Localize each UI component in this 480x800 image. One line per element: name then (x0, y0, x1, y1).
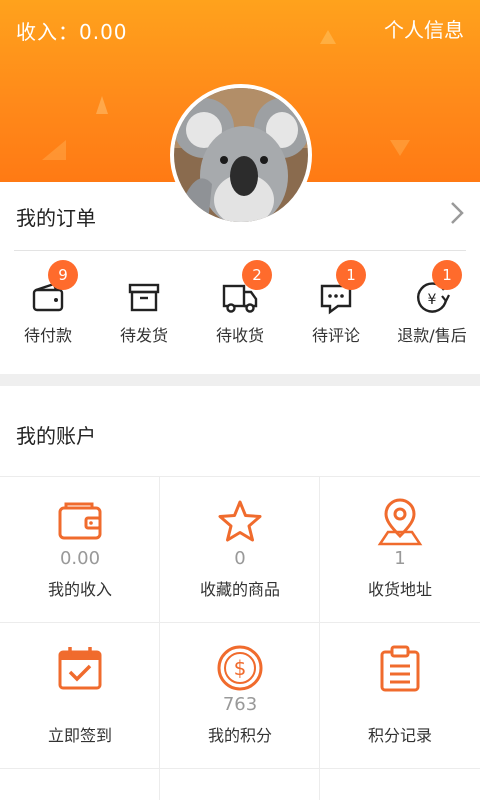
cell-label: 我的积分 (207, 726, 272, 745)
decor-triangle (320, 30, 336, 44)
check-in-cell[interactable]: 立即签到 (0, 622, 160, 768)
svg-text:$: $ (234, 656, 247, 680)
order-label: 待收货 (215, 326, 264, 345)
order-label: 待发货 (119, 326, 168, 345)
cell-label: 积分记录 (367, 726, 432, 745)
badge: 9 (48, 260, 78, 290)
order-pending-receipt[interactable]: 2 待收货 (192, 260, 288, 356)
my-account-title: 我的账户 (16, 424, 96, 448)
calendar-check-icon (58, 647, 102, 690)
address-count: 1 (394, 548, 406, 569)
dollar-coin-icon: $ (217, 645, 263, 691)
order-label: 待付款 (23, 326, 72, 345)
order-label: 退款/售后 (397, 326, 467, 345)
location-pin-icon (377, 498, 423, 546)
decor-triangle (96, 96, 108, 114)
my-account-panel: 我的账户 0.00 我的收入 0 收藏的商品 1 收货地址 立即签到 $ 763… (0, 386, 480, 800)
order-pending-payment[interactable]: 9 待付款 (0, 260, 96, 356)
clipboard-icon (380, 645, 420, 692)
badge: 1 (336, 260, 366, 290)
points-value: 763 (222, 694, 258, 715)
decor-triangle (42, 140, 66, 160)
divider (14, 250, 466, 251)
order-label: 待评论 (311, 326, 360, 345)
badge: 1 (432, 260, 462, 290)
my-income-cell[interactable]: 0.00 我的收入 (0, 476, 160, 622)
decor-triangle (390, 140, 410, 156)
box-icon (128, 283, 160, 312)
cell-label: 立即签到 (47, 726, 112, 745)
profile-link[interactable]: 个人信息 (384, 14, 464, 43)
my-points-cell[interactable]: $ 763 我的积分 (160, 622, 320, 768)
order-pending-shipment[interactable]: 待发货 (96, 260, 192, 356)
avatar[interactable] (170, 84, 312, 226)
chevron-right-icon[interactable] (448, 200, 466, 226)
star-icon (218, 500, 262, 542)
income-value: 0.00 (59, 548, 101, 569)
cell-label: 我的收入 (47, 580, 112, 599)
points-record-cell[interactable]: 积分记录 (320, 622, 480, 768)
order-pending-review[interactable]: 1 待评论 (288, 260, 384, 356)
income-label: 收入：0.00 (16, 20, 128, 44)
favorite-goods-cell[interactable]: 0 收藏的商品 (160, 476, 320, 622)
badge: 2 (242, 260, 272, 290)
order-refund-after-sales[interactable]: ¥ 1 退款/售后 (384, 260, 480, 356)
koala-avatar-image (174, 88, 308, 222)
cell-label: 收货地址 (367, 580, 432, 599)
grid-divider (0, 768, 480, 769)
shipping-address-cell[interactable]: 1 收货地址 (320, 476, 480, 622)
my-orders-title[interactable]: 我的订单 (16, 202, 96, 231)
wallet-icon (58, 502, 102, 540)
svg-text:¥: ¥ (428, 292, 437, 308)
cell-label: 收藏的商品 (199, 580, 280, 599)
favorites-count: 0 (234, 548, 246, 569)
